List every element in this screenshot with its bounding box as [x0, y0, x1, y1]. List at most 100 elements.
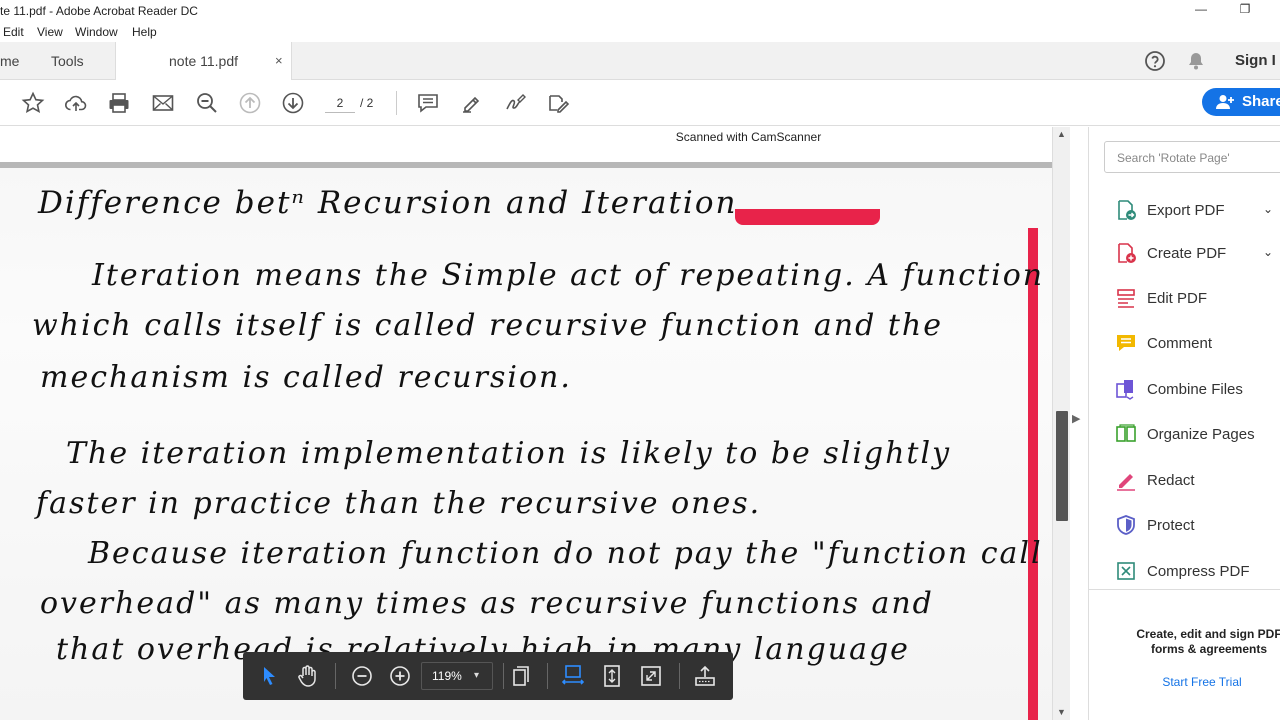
menu-window[interactable]: Window	[75, 25, 118, 39]
next-page-icon[interactable]	[281, 91, 305, 115]
fit-page-icon[interactable]	[600, 664, 624, 688]
toolbar-divider	[503, 663, 504, 689]
tool-combine-files[interactable]: Combine Files	[1089, 369, 1280, 409]
comment-icon[interactable]	[416, 91, 440, 115]
tool-protect[interactable]: Protect	[1089, 505, 1280, 545]
highlight-pen-icon[interactable]	[460, 91, 484, 115]
handwritten-line: which calls itself is called recursive f…	[32, 308, 943, 343]
help-icon[interactable]	[1144, 50, 1166, 72]
redact-icon	[1117, 474, 1135, 491]
tab-document-label: note 11.pdf	[169, 53, 239, 69]
document-view[interactable]: Scanned with CamScanner Difference betⁿ …	[0, 127, 1052, 720]
chevron-down-icon[interactable]: ⌄	[1263, 245, 1273, 259]
page-layout-icon[interactable]	[509, 664, 533, 688]
handwritten-line: faster in practice than the recursive on…	[36, 486, 762, 521]
handwritten-line: Because iteration function do not pay th…	[88, 536, 1043, 571]
vertical-scrollbar[interactable]: ▲ ▼	[1052, 127, 1070, 720]
chevron-down-icon[interactable]: ⌄	[1263, 202, 1273, 216]
scroll-up-arrow-icon[interactable]: ▲	[1057, 129, 1066, 139]
tools-search-input[interactable]: Search 'Rotate Page'	[1104, 141, 1280, 173]
tool-edit-pdf[interactable]: Edit PDF	[1089, 278, 1280, 318]
star-icon[interactable]	[21, 91, 45, 115]
sign-in-link[interactable]: Sign I	[1235, 42, 1276, 80]
red-margin-line	[1028, 228, 1038, 720]
handwritten-line: mechanism is called recursion.	[40, 360, 572, 395]
compress-pdf-icon	[1117, 562, 1135, 580]
select-cursor-icon[interactable]	[257, 664, 281, 688]
print-icon[interactable]	[107, 91, 131, 115]
sign-icon[interactable]	[503, 91, 527, 115]
shield-icon	[1117, 515, 1135, 535]
fit-width-icon[interactable]	[561, 664, 585, 688]
share-button[interactable]: Share	[1202, 88, 1280, 116]
tabs-bar: me Tools note 11.pdf × Sign I	[0, 42, 1280, 81]
tool-redact[interactable]: Redact	[1089, 460, 1280, 500]
tool-label: Redact	[1147, 472, 1195, 489]
zoom-out-icon[interactable]	[195, 91, 219, 115]
tool-compress-pdf[interactable]: Compress PDF	[1089, 551, 1280, 591]
zoom-in-icon[interactable]	[388, 664, 412, 688]
zoom-level-value: 119%	[432, 669, 462, 683]
tool-label: Comment	[1147, 335, 1213, 352]
export-pdf-icon	[1118, 200, 1136, 220]
upload-cloud-icon[interactable]	[64, 91, 88, 115]
tool-organize-pages[interactable]: Organize Pages	[1089, 414, 1280, 454]
zoom-out-icon[interactable]	[350, 664, 374, 688]
panel-divider	[1089, 589, 1280, 590]
page-number-input[interactable]: 2	[325, 93, 355, 113]
combine-files-icon	[1116, 380, 1134, 400]
tool-comment[interactable]: Comment	[1089, 323, 1280, 363]
minimize-button[interactable]: —	[1186, 2, 1216, 20]
hand-tool-icon[interactable]	[295, 664, 319, 688]
email-icon[interactable]	[151, 91, 175, 115]
comment-icon	[1117, 335, 1135, 351]
page-total: / 2	[360, 96, 374, 110]
red-binding-top	[735, 209, 880, 225]
dropdown-arrow-icon: ▾	[474, 670, 480, 681]
tool-label: Protect	[1147, 517, 1195, 534]
edit-tools-icon[interactable]	[546, 91, 570, 115]
window-title: te 11.pdf - Adobe Acrobat Reader DC	[0, 4, 198, 18]
handwritten-line: Iteration means the Simple act of repeat…	[92, 258, 1045, 293]
full-screen-icon[interactable]	[639, 664, 663, 688]
toolbar-divider	[547, 663, 548, 689]
scanned-label: Scanned with CamScanner	[675, 130, 822, 144]
main-toolbar: 2 / 2	[0, 80, 1280, 126]
tool-label: Create PDF	[1147, 245, 1227, 262]
menu-view[interactable]: View	[37, 25, 63, 39]
tool-label: Compress PDF	[1147, 563, 1250, 580]
handwritten-line: The iteration implementation is likely t…	[66, 436, 952, 471]
tab-home[interactable]: me	[0, 42, 19, 80]
menu-edit[interactable]: Edit	[3, 25, 24, 39]
tool-label: Edit PDF	[1147, 290, 1208, 307]
create-pdf-icon	[1118, 243, 1136, 263]
collapse-panel-arrow-icon[interactable]: ▶	[1072, 412, 1080, 425]
tool-label: Combine Files	[1147, 381, 1243, 398]
menu-help[interactable]: Help	[132, 25, 157, 39]
toolbar-divider	[396, 91, 397, 115]
toolbar-divider	[679, 663, 680, 689]
handwritten-heading: Difference betⁿ Recursion and Iteration	[38, 185, 738, 221]
scanned-page: Difference betⁿ Recursion and Iteration …	[0, 168, 1052, 720]
scroll-down-arrow-icon[interactable]: ▼	[1057, 707, 1066, 717]
promo-line: Create, edit and sign PDF	[1136, 627, 1280, 641]
restore-button[interactable]: ❐	[1230, 2, 1260, 20]
scrollbar-thumb[interactable]	[1056, 411, 1068, 521]
bell-icon[interactable]	[1185, 50, 1207, 72]
read-mode-icon[interactable]	[693, 664, 717, 688]
close-tab-button[interactable]: ×	[275, 42, 283, 80]
handwritten-line: overhead" as many times as recursive fun…	[40, 586, 934, 621]
tab-tools[interactable]: Tools	[51, 42, 84, 80]
tool-label: Organize Pages	[1147, 426, 1255, 443]
organize-pages-icon	[1116, 424, 1136, 442]
promo-text: Create, edit and sign PDF forms & agreem…	[1109, 627, 1280, 657]
previous-page-icon[interactable]	[238, 91, 262, 115]
start-free-trial-link[interactable]: Start Free Trial	[1109, 675, 1280, 689]
toolbar-divider	[335, 663, 336, 689]
tool-label: Export PDF	[1147, 202, 1225, 219]
promo-line: forms & agreements	[1150, 642, 1268, 656]
zoom-level-select[interactable]: 119% ▾	[421, 662, 493, 690]
tool-export-pdf[interactable]: Export PDF ⌄	[1089, 190, 1280, 230]
tool-create-pdf[interactable]: Create PDF ⌄	[1089, 233, 1280, 273]
tab-document[interactable]: note 11.pdf ×	[115, 42, 292, 81]
